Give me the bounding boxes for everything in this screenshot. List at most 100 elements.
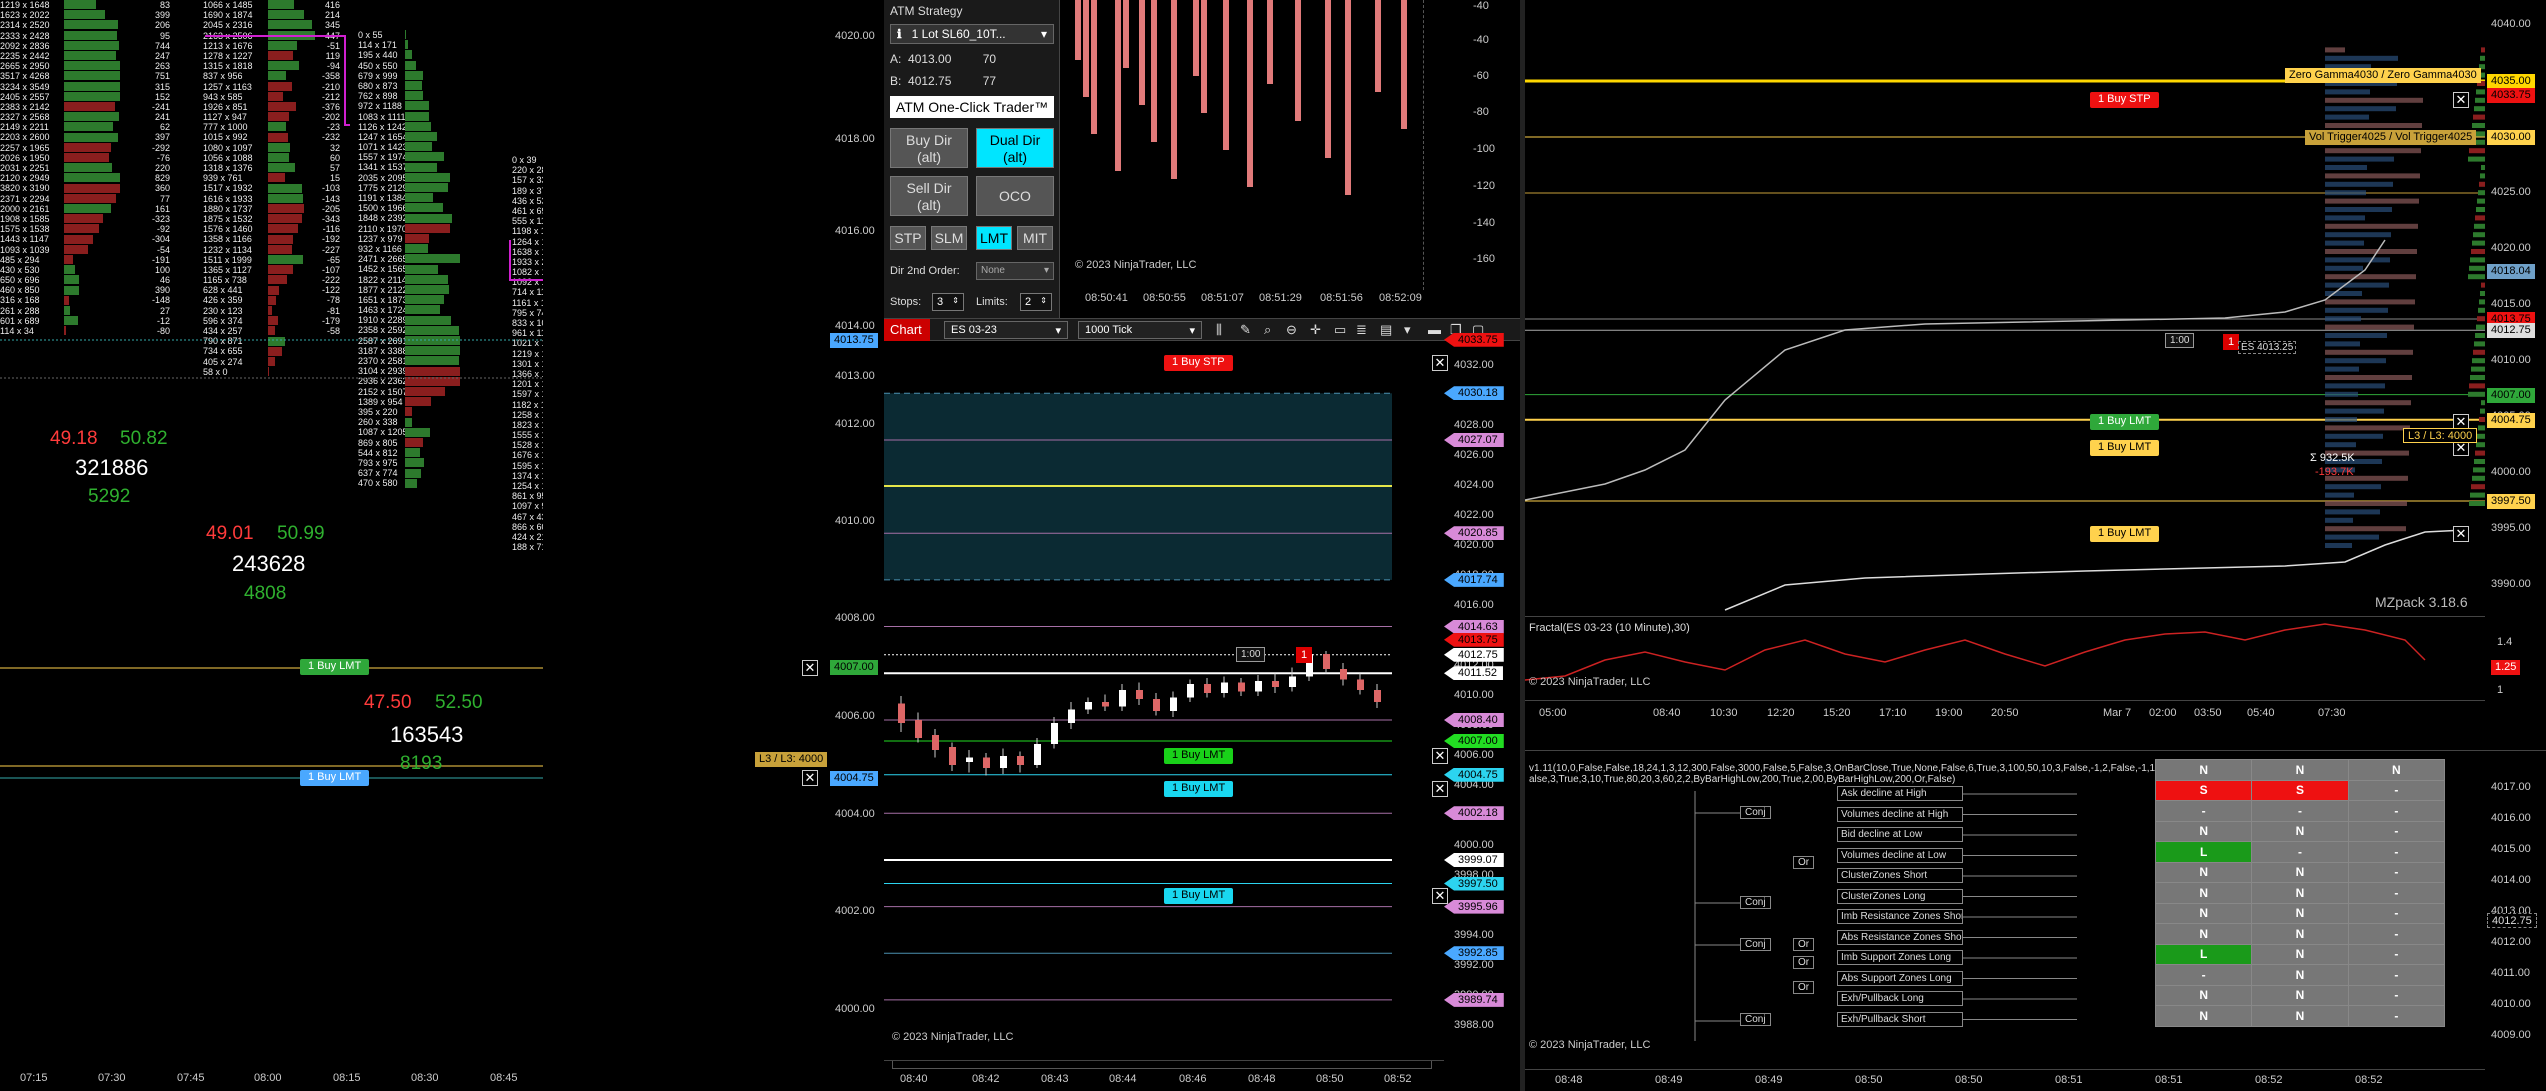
close-order-icon[interactable]: ✕: [2453, 92, 2469, 108]
order-label: 1 Buy LMT: [1172, 889, 1226, 901]
drawing-tool-icon[interactable]: ✎: [1240, 322, 1251, 338]
price-label: 3990.00: [2491, 578, 2531, 590]
time-label: 08:51:07: [1201, 292, 1244, 304]
info-icon: ℹ: [897, 27, 902, 41]
separator: [1423, 0, 1425, 290]
horizontal-scrollbar[interactable]: [892, 1061, 1432, 1069]
logic-node: Or: [1793, 938, 1815, 951]
delta-bar: [2471, 484, 2485, 490]
candle-body: [1221, 682, 1228, 693]
candle-body: [1272, 681, 1279, 687]
condition-label: Volumes decline at High: [1837, 806, 1963, 822]
stat-2-bid-pct: 50.99: [277, 523, 325, 544]
delta-bar: [2476, 324, 2485, 330]
grid-row: -N-: [2077, 964, 2446, 986]
volume-profile-chart-panel[interactable]: Zero Gamma4030 / Zero Gamma4030 Vol Trig…: [1525, 0, 2546, 750]
stp-button[interactable]: STP: [890, 226, 926, 250]
profile-bar: [2325, 207, 2392, 212]
more-icon[interactable]: ▾: [1404, 322, 1411, 338]
dir2-select[interactable]: None ▾: [976, 262, 1054, 280]
buy-price-tag: 4007.00: [830, 660, 878, 675]
grid-cell: -: [2347, 882, 2446, 904]
grid-cell: L: [2154, 943, 2253, 965]
time-label: 08:50:55: [1143, 292, 1186, 304]
delta-chart-panel[interactable]: -40 -60 -80 -100 -120 -140 -160 -40 © 20…: [1063, 0, 1519, 318]
interval-select[interactable]: 1000 Tick ▾: [1078, 321, 1202, 339]
instrument-select[interactable]: ES 03-23 ▾: [944, 321, 1068, 339]
delta-bar: [1295, 0, 1301, 121]
profile-bar: [2325, 257, 2390, 263]
time-axis: 08:50:41 08:50:55 08:51:07 08:51:29 08:5…: [1063, 288, 1519, 310]
price-tag: 3989.74: [1444, 992, 1504, 1007]
candle-body: [1255, 681, 1262, 692]
buy-lmt-order-2[interactable]: 1 Buy LMT: [300, 770, 370, 786]
grid-cell: -: [2154, 964, 2253, 986]
time-axis: 07:15 07:30 07:45 08:00 08:15 08:30 08:4…: [0, 1068, 543, 1091]
price-tag: 3995.96: [1444, 899, 1504, 914]
mit-button[interactable]: MIT: [1017, 226, 1053, 250]
profile-bar: [2325, 223, 2418, 229]
buy-lmt-order-1[interactable]: 1 Buy LMT: [1164, 748, 1234, 764]
price-label: 4016.00: [1454, 599, 1494, 611]
atm-strategy-select[interactable]: ℹ 1 Lot SL60_10T... ▾: [890, 24, 1054, 44]
sell-dir-button[interactable]: Sell Dir (alt): [890, 176, 968, 216]
buy-stp-order[interactable]: 1 Buy STP: [1164, 355, 1233, 371]
zoom-out-icon[interactable]: ⊖: [1286, 322, 1297, 338]
oco-button[interactable]: OCO: [976, 176, 1054, 216]
limits-stepper[interactable]: 2 ⇕: [1020, 293, 1052, 311]
templates-icon[interactable]: ▤: [1380, 322, 1392, 338]
price-label: 4020.00: [835, 30, 875, 42]
buy-lmt-order-2[interactable]: 1 Buy LMT: [1164, 781, 1234, 797]
delta-bar: [1223, 0, 1229, 150]
buy-stp-order[interactable]: 1 Buy STP: [2090, 92, 2159, 108]
zoom-icon[interactable]: ⌕: [1264, 322, 1271, 338]
time-label: 08:50: [1955, 1074, 1983, 1086]
profile-bar: [2325, 341, 2360, 347]
price-tag: 3997.50: [2487, 494, 2535, 509]
delta-bar: [2468, 391, 2485, 397]
grid-row-spacer: [2077, 1006, 2155, 1027]
trading-workspace: 1219 x 1648 1623 x 2022 2314 x 2520 2333 x …: [0, 0, 2546, 1091]
chart-tab[interactable]: Chart: [884, 319, 930, 341]
lmt-button[interactable]: LMT: [976, 226, 1012, 250]
delta-bar: [2472, 123, 2485, 128]
close-order-icon[interactable]: ✕: [802, 660, 818, 676]
bar-type-icon[interactable]: ⫼: [1216, 322, 1222, 338]
grid-row-spacer: [2077, 862, 2155, 883]
price-tag: 4012.75: [1444, 647, 1504, 662]
close-order-icon[interactable]: ✕: [802, 770, 818, 786]
stops-stepper[interactable]: 3 ⇕: [932, 293, 964, 311]
delta-bar: [2469, 148, 2485, 154]
profile-bar: [2325, 383, 2385, 389]
strategy-builder-panel[interactable]: v1.11(10,0,False,False,18,24,1,3,12,300,…: [1525, 750, 2546, 1091]
slm-button[interactable]: SLM: [931, 226, 967, 250]
atm-one-click-button[interactable]: ATM One-Click Trader™: [890, 96, 1054, 118]
delta-bar: [2478, 307, 2485, 313]
delta-bar: [2477, 433, 2485, 439]
close-order-icon[interactable]: ✕: [2453, 526, 2469, 542]
stat-1-ask-pct: 49.18: [50, 428, 98, 449]
footprint-chart-panel[interactable]: 1219 x 1648 1623 x 2022 2314 x 2520 2333 x …: [0, 0, 543, 1091]
minimize-icon[interactable]: ▬: [1428, 322, 1441, 337]
buy-lmt-order-2[interactable]: 1 Buy LMT: [2090, 440, 2160, 456]
grid-cell: -: [2347, 923, 2446, 945]
grid-cell: -: [2347, 902, 2446, 924]
data-box-icon[interactable]: ▭: [1334, 322, 1346, 338]
buy-dir-button[interactable]: Buy Dir (alt): [890, 128, 968, 168]
candle-body: [1170, 697, 1177, 711]
main-chart-panel[interactable]: Chart ES 03-23 ▾ 1000 Tick ▾ ⫼ ✎ ⌕ ⊖ ✛ ▭ ≣…: [884, 318, 1520, 1091]
price-label: 4028.00: [1454, 419, 1494, 431]
delta-bar: [2470, 375, 2485, 380]
time-label: 17:10: [1879, 707, 1907, 719]
buy-lmt-order-1[interactable]: 1 Buy LMT: [300, 659, 370, 675]
buy-lmt-order-3[interactable]: 1 Buy LMT: [2090, 526, 2160, 542]
order-label: 1 Buy LMT: [1172, 782, 1226, 794]
poc-line: [0, 35, 543, 779]
buy-lmt-order-3[interactable]: 1 Buy LMT: [1164, 888, 1234, 904]
dual-dir-button[interactable]: Dual Dir (alt): [976, 128, 1054, 168]
candle-body: [932, 735, 939, 750]
buy-lmt-order-1[interactable]: 1 Buy LMT: [2090, 414, 2160, 430]
properties-icon[interactable]: ≣: [1356, 322, 1367, 338]
crosshair-icon[interactable]: ✛: [1310, 322, 1321, 338]
price-label: 3992.00: [1454, 959, 1494, 971]
